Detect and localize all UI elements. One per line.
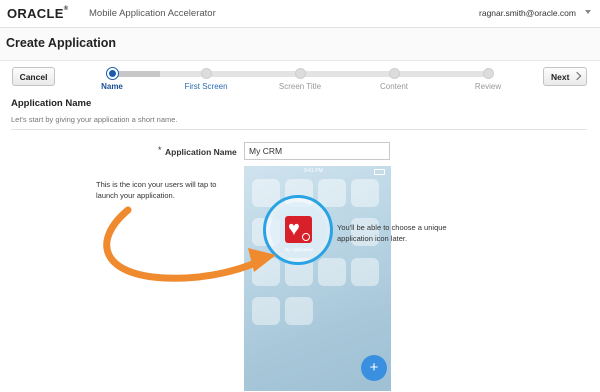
curved-arrow-icon [103,206,276,282]
